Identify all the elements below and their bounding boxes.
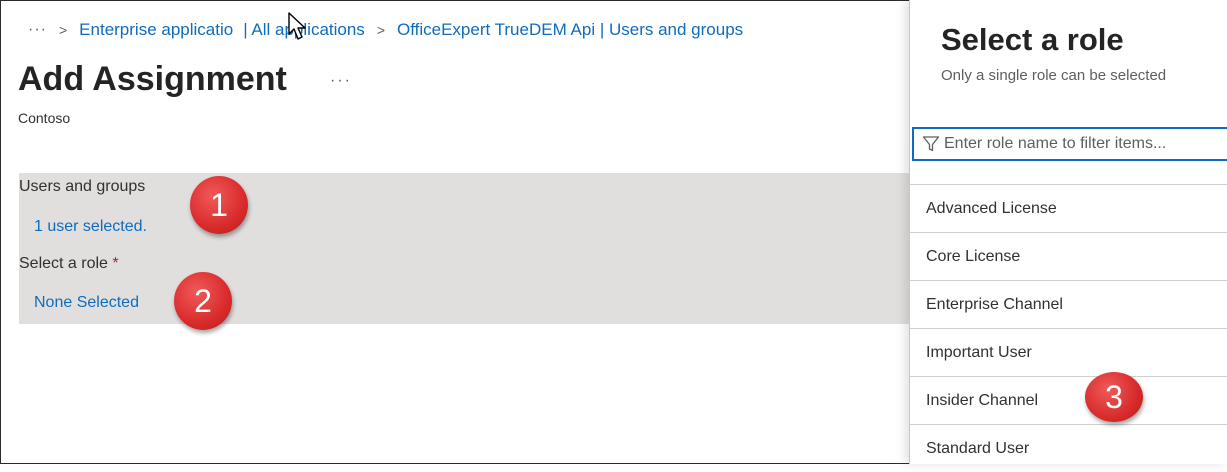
required-marker: * bbox=[112, 255, 119, 272]
breadcrumb-item-enterprise-applications-text: Enterprise applicatio bbox=[79, 20, 234, 39]
role-item-advanced-license[interactable]: Advanced License bbox=[910, 184, 1227, 232]
mouse-pointer-icon bbox=[288, 12, 306, 40]
role-filter-input[interactable] bbox=[940, 134, 1216, 154]
panel-subtitle: Only a single role can be selected bbox=[941, 67, 1167, 84]
role-item-important-user[interactable]: Important User bbox=[910, 328, 1227, 376]
role-item-enterprise-channel[interactable]: Enterprise Channel bbox=[910, 280, 1227, 328]
page-title: Add Assignment bbox=[18, 60, 287, 98]
role-item-label: Standard User bbox=[926, 439, 1030, 457]
role-item-label: Core License bbox=[926, 247, 1021, 265]
role-item-label: Enterprise Channel bbox=[926, 295, 1063, 313]
step-badge-3: 3 bbox=[1085, 372, 1143, 422]
role-item-insider-channel[interactable]: Insider Channel bbox=[910, 376, 1227, 424]
role-filter-box[interactable] bbox=[912, 127, 1227, 161]
breadcrumb: ··· > Enterprise applicatio | All applica… bbox=[28, 20, 743, 40]
panel-title: Select a role bbox=[941, 22, 1124, 57]
step-badge-2: 2 bbox=[174, 272, 232, 330]
users-selected-link[interactable]: 1 user selected. bbox=[34, 218, 147, 236]
select-role-panel: Select a role Only a single role can be … bbox=[909, 0, 1227, 464]
role-item-core-license[interactable]: Core License bbox=[910, 232, 1227, 280]
role-none-selected-link[interactable]: None Selected bbox=[34, 294, 139, 312]
step-badge-1: 1 bbox=[190, 176, 248, 234]
tenant-subtitle: Contoso bbox=[18, 110, 71, 126]
role-item-standard-user[interactable]: Standard User bbox=[910, 424, 1227, 472]
title-more-button[interactable]: ··· bbox=[330, 72, 352, 90]
breadcrumb-more-button[interactable]: ··· bbox=[28, 21, 47, 39]
role-item-label: Advanced License bbox=[926, 199, 1057, 217]
select-role-label-text: Select a role bbox=[19, 255, 108, 272]
assignment-form-highlight bbox=[19, 173, 909, 324]
role-list: Advanced License Core License Enterprise… bbox=[910, 184, 1227, 472]
select-role-label: Select a role * bbox=[19, 255, 119, 273]
chevron-right-icon: > bbox=[376, 22, 385, 38]
role-item-label: Important User bbox=[926, 343, 1032, 361]
breadcrumb-item-enterprise-applications[interactable]: Enterprise applicatio | All applications bbox=[79, 20, 365, 40]
breadcrumb-item-users-and-groups[interactable]: OfficeExpert TrueDEM Api | Users and gro… bbox=[397, 20, 743, 40]
users-and-groups-label: Users and groups bbox=[19, 178, 146, 195]
role-item-label: Insider Channel bbox=[926, 391, 1039, 409]
chevron-right-icon: > bbox=[58, 22, 68, 38]
filter-icon bbox=[922, 135, 940, 153]
